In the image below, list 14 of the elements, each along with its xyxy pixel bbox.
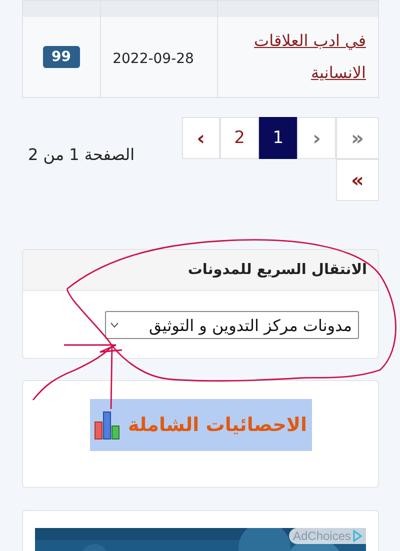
bar-chart-icon xyxy=(94,410,120,440)
post-title-link[interactable]: في ادب العلاقات الانسانية xyxy=(230,25,366,89)
chevron-down-icon xyxy=(110,322,119,328)
page-button[interactable]: 1 xyxy=(258,117,298,159)
banner-text: الاحصائيات الشاملة xyxy=(128,414,308,436)
page-status: الصفحة 1 من 2 xyxy=(28,144,135,164)
play-triangle-icon xyxy=(353,530,362,542)
page-button[interactable]: 2 xyxy=(220,117,259,159)
count-badge: 99 xyxy=(42,46,80,68)
post-date: 2022-09-28 xyxy=(112,50,194,66)
page-button[interactable]: ‹ xyxy=(182,117,220,159)
blog-dropdown[interactable]: مدونات مركز التدوين و التوثيق xyxy=(105,311,359,339)
page-button[interactable]: « xyxy=(336,159,379,201)
panel-title: الانتقال السريع للمدونات xyxy=(23,250,378,291)
